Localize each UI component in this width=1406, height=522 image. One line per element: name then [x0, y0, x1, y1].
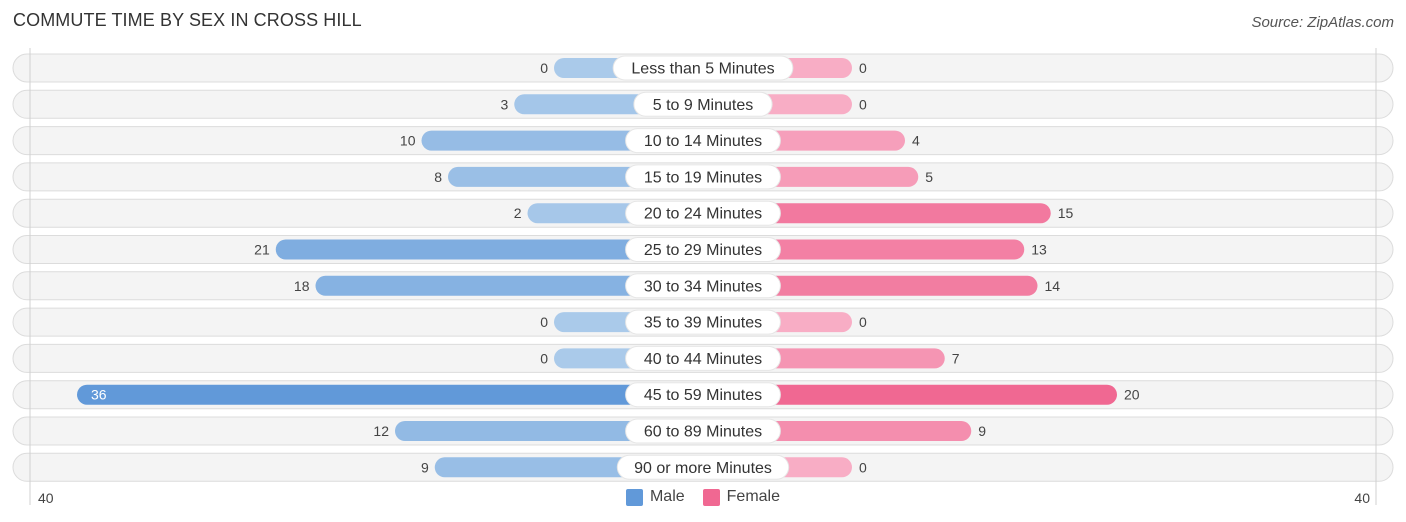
female-value-label: 9	[978, 423, 986, 439]
category-label: 15 to 19 Minutes	[644, 169, 762, 186]
male-value-label: 9	[421, 459, 429, 475]
legend: Male Female	[0, 488, 1406, 506]
category-label: 10 to 14 Minutes	[644, 133, 762, 150]
category-label: 45 to 59 Minutes	[644, 387, 762, 404]
category-label: 90 or more Minutes	[634, 460, 772, 477]
male-value-label: 8	[434, 169, 442, 185]
category-label: 30 to 34 Minutes	[644, 278, 762, 295]
legend-item-male[interactable]: Male	[625, 488, 685, 506]
male-value-label: 12	[373, 423, 389, 439]
category-label: 40 to 44 Minutes	[644, 351, 762, 368]
male-value-label: 3	[500, 96, 508, 112]
female-swatch	[702, 488, 720, 506]
chart-svg: 0 0 Less than 5 Minutes 3 0 5 to 9 Minutes 10 4…	[12, 48, 1394, 506]
male-value-label: 21	[254, 242, 270, 258]
category-label: 35 to 39 Minutes	[644, 315, 762, 332]
female-value-label: 7	[952, 350, 960, 366]
legend-male-label: Male	[649, 488, 685, 505]
category-label: Less than 5 Minutes	[631, 61, 774, 78]
male-value-label: 36	[91, 387, 107, 403]
male-value-label: 2	[514, 205, 522, 221]
female-value-label: 0	[859, 96, 867, 112]
female-value-label: 0	[859, 60, 867, 76]
female-value-label: 13	[1031, 242, 1047, 258]
legend-item-female[interactable]: Female	[702, 488, 781, 506]
female-value-label: 14	[1045, 278, 1061, 294]
male-value-label: 0	[540, 314, 548, 330]
legend-female-label: Female	[726, 488, 781, 505]
male-value-label: 18	[294, 278, 310, 294]
category-label: 5 to 9 Minutes	[653, 97, 754, 114]
male-value-label: 0	[540, 60, 548, 76]
female-value-label: 15	[1058, 205, 1074, 221]
male-bar	[77, 384, 703, 405]
female-value-label: 0	[859, 459, 867, 475]
category-label: 20 to 24 Minutes	[644, 206, 762, 223]
male-value-label: 0	[540, 350, 548, 366]
female-value-label: 0	[859, 314, 867, 330]
category-label: 60 to 89 Minutes	[644, 424, 762, 441]
male-swatch	[625, 488, 643, 506]
female-value-label: 4	[912, 133, 920, 149]
male-value-label: 10	[400, 133, 416, 149]
category-label: 25 to 29 Minutes	[644, 242, 762, 259]
female-value-label: 5	[925, 169, 933, 185]
female-value-label: 20	[1124, 387, 1140, 403]
